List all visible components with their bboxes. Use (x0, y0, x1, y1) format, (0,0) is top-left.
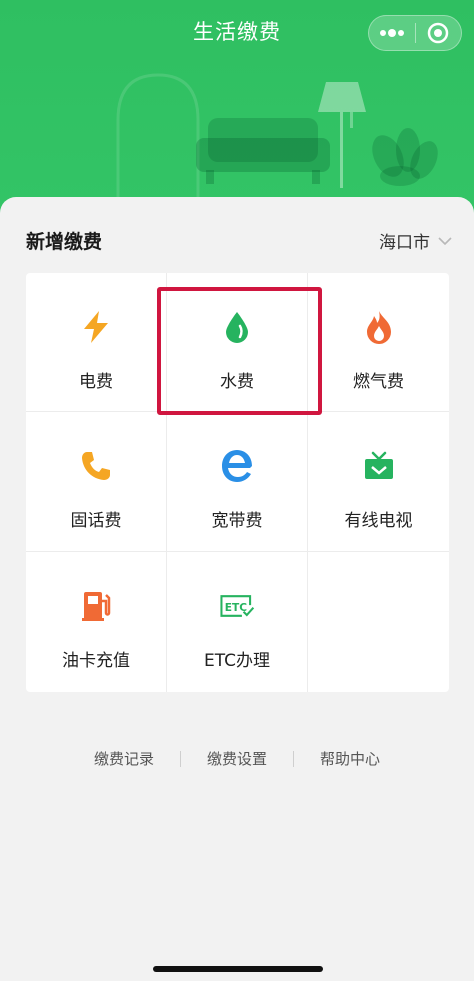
target-close-icon (428, 22, 449, 44)
service-label: 有线电视 (344, 511, 413, 531)
payment-records-link[interactable]: 缴费记录 (68, 748, 180, 769)
city-selector[interactable]: 海口市 (379, 228, 452, 253)
service-broadband[interactable]: 宽带费 (167, 412, 308, 552)
chevron-down-icon (438, 237, 452, 246)
more-button[interactable] (369, 16, 415, 50)
service-label: 固话费 (70, 511, 122, 531)
service-label: 宽带费 (211, 511, 263, 531)
service-grid: 电费 水费 燃气费 固话费 宽带费 有线电视 油卡充值 ETC ETC办理 (26, 273, 449, 692)
service-label: 水费 (220, 372, 254, 392)
payment-settings-link[interactable]: 缴费设置 (181, 748, 293, 769)
flame-icon (361, 309, 397, 345)
fuel-pump-icon (78, 588, 114, 624)
browser-e-icon (219, 448, 255, 484)
service-fuel-card[interactable]: 油卡充值 (26, 552, 167, 692)
etc-icon: ETC (219, 588, 255, 624)
service-label: 油卡充值 (62, 651, 130, 671)
section-title: 新增缴费 (26, 231, 103, 253)
service-electricity[interactable]: 电费 (26, 273, 167, 412)
service-label: ETC办理 (204, 651, 270, 671)
home-indicator (153, 966, 323, 972)
phone-icon (78, 448, 114, 484)
footer-links: 缴费记录 缴费设置 帮助中心 (0, 748, 474, 769)
more-dots-icon (379, 29, 404, 37)
miniprogram-capsule (368, 15, 462, 51)
city-name: 海口市 (379, 233, 430, 253)
service-water[interactable]: 水费 (167, 273, 308, 412)
header-banner: 生活缴费 (0, 0, 474, 215)
service-landline[interactable]: 固话费 (26, 412, 167, 552)
empty-cell (308, 552, 449, 692)
service-label: 燃气费 (353, 372, 404, 392)
service-label: 电费 (79, 372, 113, 392)
service-etc[interactable]: ETC ETC办理 (167, 552, 308, 692)
close-miniprogram-button[interactable] (416, 16, 462, 50)
lightning-icon (78, 309, 114, 345)
water-drop-icon (219, 309, 255, 345)
service-gas[interactable]: 燃气费 (308, 273, 449, 412)
service-cable-tv[interactable]: 有线电视 (308, 412, 449, 552)
help-center-link[interactable]: 帮助中心 (294, 748, 406, 769)
tv-icon (361, 448, 397, 484)
